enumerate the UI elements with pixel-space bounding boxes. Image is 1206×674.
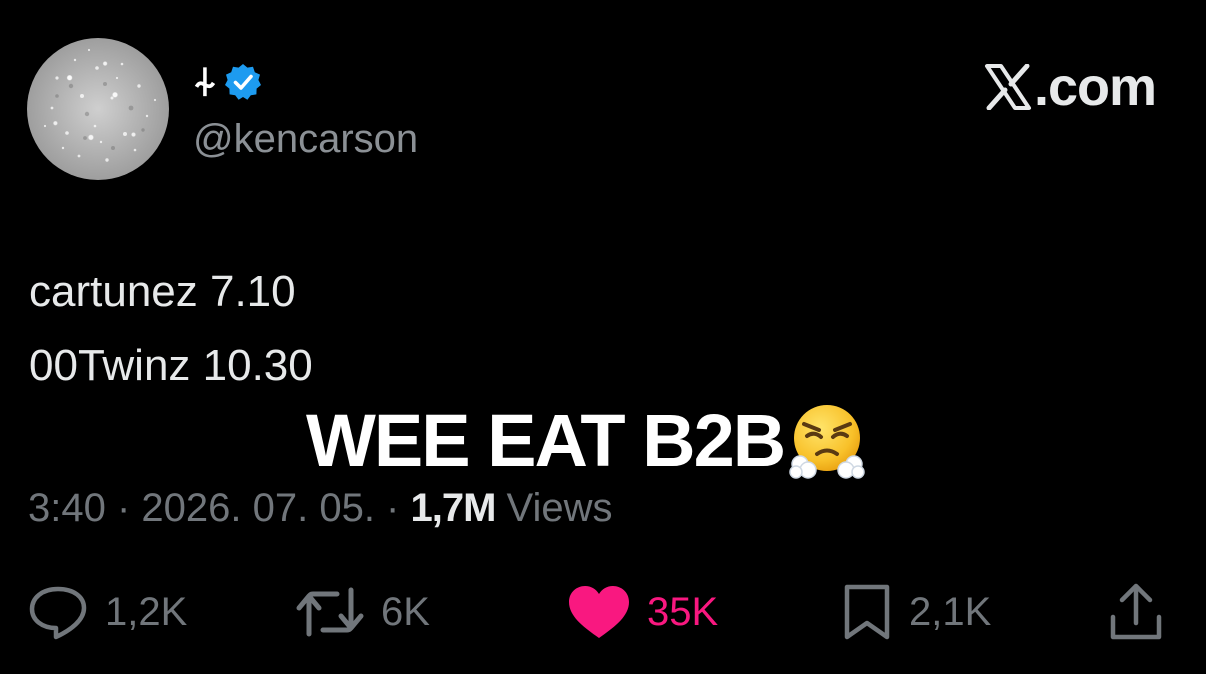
- repost-button[interactable]: 6K: [295, 582, 430, 642]
- tweet-timestamp[interactable]: 3:40 · 2026. 07. 05. ·: [28, 486, 410, 530]
- reply-button[interactable]: 1,2K: [27, 582, 187, 642]
- overlay-caption-text: WEE EAT B2B: [306, 399, 786, 482]
- bookmark-icon: [844, 584, 890, 640]
- heart-filled-icon: [569, 586, 629, 638]
- repost-icon: [296, 587, 364, 637]
- reply-count: 1,2K: [105, 590, 188, 634]
- glitter-avatar-image: [43, 48, 157, 162]
- share-button[interactable]: [1108, 582, 1164, 642]
- brand-domain-text: .com: [1033, 57, 1157, 117]
- x-brand-watermark: .com: [984, 57, 1157, 117]
- action-bar: 1,2K 6K 35K 2,1K: [0, 582, 1206, 642]
- author-handle[interactable]: @kencarson: [193, 116, 418, 162]
- like-button[interactable]: 35K: [567, 582, 718, 642]
- repost-count: 6K: [381, 590, 430, 634]
- verified-badge-icon: [225, 64, 261, 100]
- share-icon: [1110, 583, 1162, 640]
- face-with-steam-from-nose-emoji-icon: [789, 405, 865, 479]
- views-label: Views: [495, 486, 613, 530]
- overlay-caption: WEE EAT B2B: [306, 400, 868, 482]
- avatar[interactable]: [27, 38, 169, 180]
- tweet-text-line-1: cartunez 7.10: [29, 267, 296, 316]
- tweet-text-line-2: 00Twinz 10.30: [29, 341, 313, 390]
- like-count: 35K: [647, 590, 719, 634]
- author-name-row: ⍭: [193, 60, 263, 104]
- views-count: 1,7M: [410, 486, 496, 530]
- bookmark-count: 2,1K: [909, 590, 992, 634]
- tweet-meta: 3:40 · 2026. 07. 05. · 1,7M Views: [28, 484, 613, 532]
- bookmark-button[interactable]: 2,1K: [841, 582, 991, 642]
- x-logo-icon: [984, 64, 1031, 110]
- reply-icon: [29, 586, 87, 640]
- author-display-name[interactable]: ⍭: [193, 60, 217, 104]
